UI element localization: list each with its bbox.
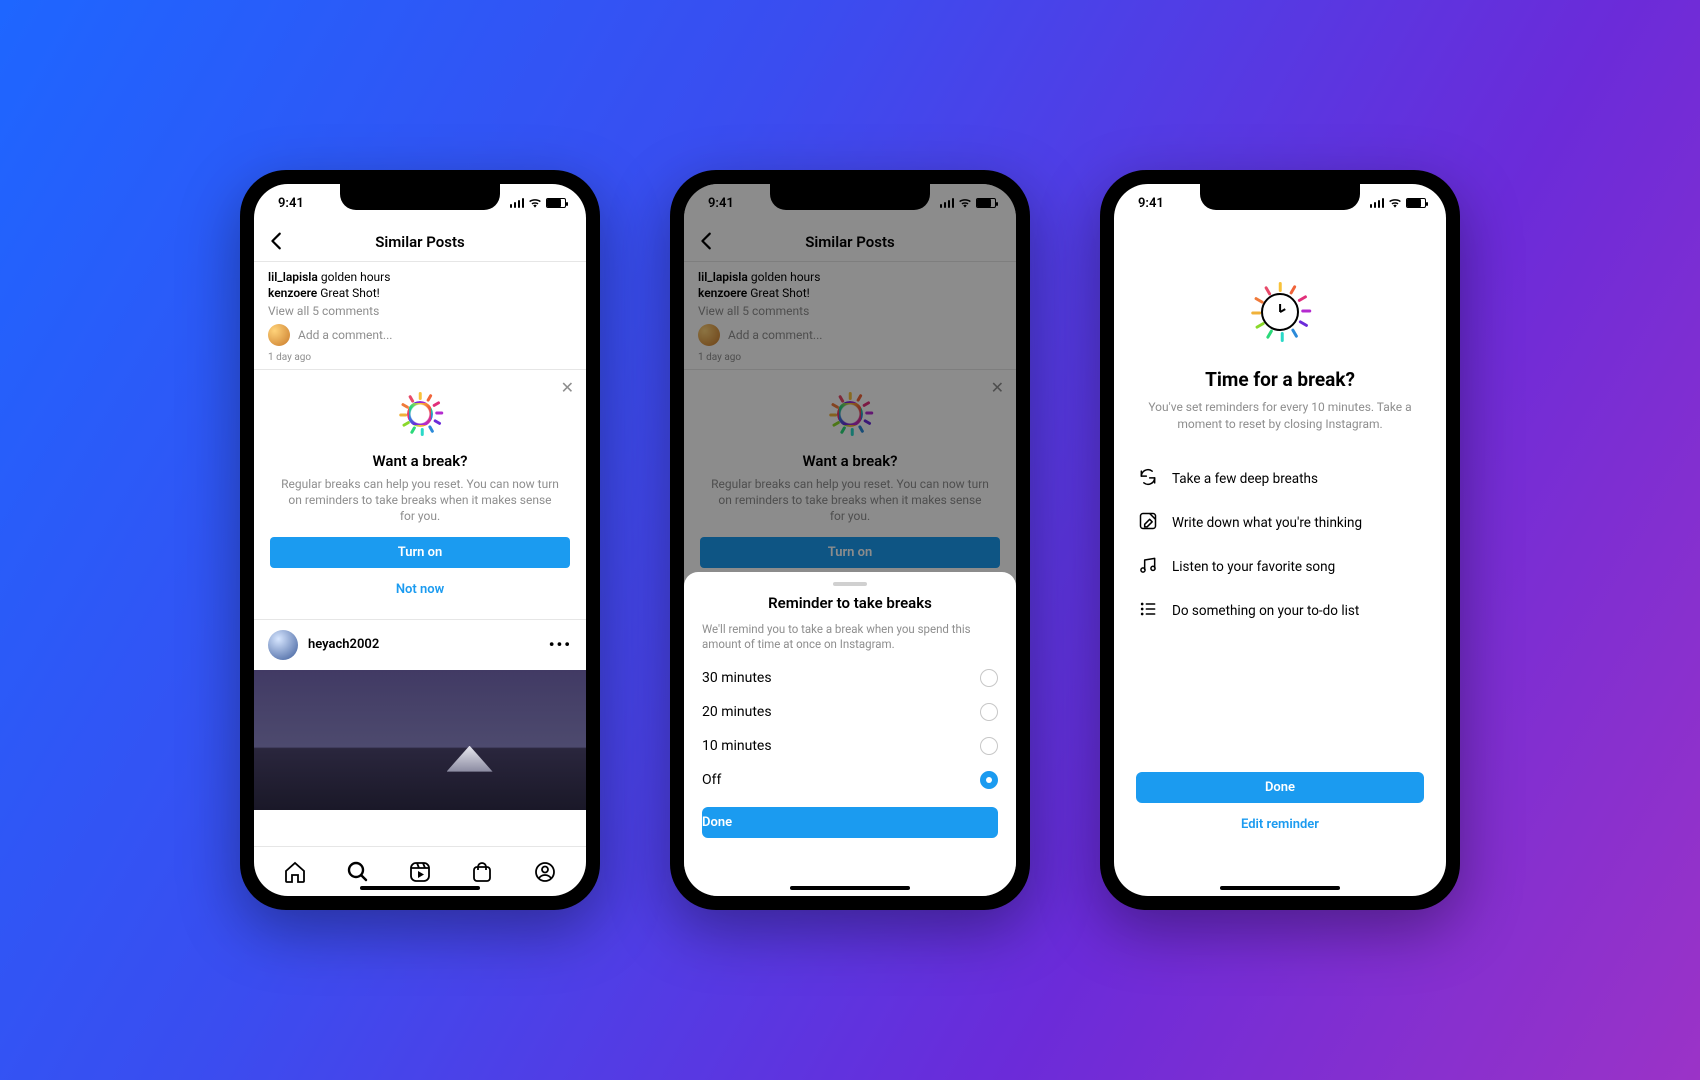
screen-1: 9:41 Similar Posts lil_lapisla golden ho…	[254, 184, 586, 896]
tip-text: Listen to your favorite song	[1172, 559, 1335, 575]
wifi-icon	[528, 198, 542, 208]
home-indicator	[360, 886, 480, 890]
back-icon[interactable]	[266, 230, 288, 252]
screen-2: 9:41 Similar Posts lil_lapisla golden ho…	[684, 184, 1016, 896]
reminder-option[interactable]: 10 minutes	[702, 729, 998, 763]
clock-icon	[1240, 272, 1320, 352]
status-icons	[1370, 198, 1427, 208]
option-label: 20 minutes	[702, 704, 772, 720]
turn-on-button[interactable]: Turn on	[270, 537, 570, 568]
signal-icon	[510, 198, 525, 208]
comments-block: lil_lapisla golden hours kenzoere Great …	[254, 262, 586, 369]
break-title: Time for a break?	[1136, 368, 1424, 391]
comment-text: Great Shot!	[320, 286, 380, 300]
add-comment-placeholder: Add a comment...	[298, 328, 392, 342]
status-time: 9:41	[1138, 196, 1164, 211]
feed-content: lil_lapisla golden hours kenzoere Great …	[254, 262, 586, 846]
avatar	[268, 630, 298, 660]
option-label: 30 minutes	[702, 670, 772, 686]
screen-3: 9:41 Time for a break? You've set remind…	[1114, 184, 1446, 896]
edit-reminder-button[interactable]: Edit reminder	[1136, 811, 1424, 838]
sheet-title: Reminder to take breaks	[702, 594, 998, 612]
reminder-option[interactable]: 30 minutes	[702, 661, 998, 695]
sheet-grabber[interactable]	[833, 582, 867, 586]
tip-text: Write down what you're thinking	[1172, 515, 1362, 531]
comment-user: kenzoere	[268, 286, 317, 300]
sheet-desc: We'll remind you to take a break when yo…	[702, 622, 998, 653]
done-button[interactable]: Done	[702, 807, 998, 838]
tip-item: Do something on your to-do list	[1136, 589, 1424, 633]
done-button[interactable]: Done	[1136, 772, 1424, 803]
list-icon	[1138, 599, 1158, 623]
tab-search[interactable]	[346, 860, 370, 884]
home-indicator	[790, 886, 910, 890]
battery-icon	[1406, 198, 1426, 208]
tip-text: Do something on your to-do list	[1172, 603, 1359, 619]
view-all-comments[interactable]: View all 5 comments	[268, 304, 572, 318]
add-comment[interactable]: Add a comment...	[268, 324, 572, 346]
comment-user: lil_lapisla	[268, 270, 318, 284]
notch	[340, 184, 500, 210]
card-title: Want a break?	[270, 452, 570, 470]
battery-icon	[546, 198, 566, 208]
option-label: 10 minutes	[702, 738, 772, 754]
comment-text: golden hours	[321, 270, 391, 284]
notch	[770, 184, 930, 210]
reminder-sheet: Reminder to take breaks We'll remind you…	[684, 572, 1016, 896]
post-timestamp: 1 day ago	[268, 352, 572, 363]
phone-frame-3: 9:41 Time for a break? You've set remind…	[1100, 170, 1460, 910]
option-label: Off	[702, 772, 721, 788]
post-username: heyach2002	[308, 637, 539, 652]
post-header[interactable]: heyach2002 •••	[254, 620, 586, 670]
radio-icon[interactable]	[980, 703, 998, 721]
not-now-button[interactable]: Not now	[270, 576, 570, 603]
post-image[interactable]	[254, 670, 586, 810]
tab-profile[interactable]	[533, 860, 557, 884]
tab-shop[interactable]	[470, 860, 494, 884]
more-icon[interactable]: •••	[549, 635, 572, 654]
status-time: 9:41	[278, 196, 304, 211]
reminder-option[interactable]: 20 minutes	[702, 695, 998, 729]
signal-icon	[1370, 198, 1385, 208]
clock-icon	[390, 384, 450, 444]
tab-reels[interactable]	[408, 860, 432, 884]
reminder-option[interactable]: Off	[702, 763, 998, 797]
notch	[1200, 184, 1360, 210]
tip-item: Listen to your favorite song	[1136, 545, 1424, 589]
break-subtitle: You've set reminders for every 10 minute…	[1136, 399, 1424, 433]
music-icon	[1138, 555, 1158, 579]
tip-text: Take a few deep breaths	[1172, 471, 1318, 487]
radio-icon[interactable]	[980, 669, 998, 687]
tips-list: Take a few deep breaths Write down what y…	[1136, 457, 1424, 633]
phone-frame-1: 9:41 Similar Posts lil_lapisla golden ho…	[240, 170, 600, 910]
tip-item: Take a few deep breaths	[1136, 457, 1424, 501]
nav-header: Similar Posts	[254, 222, 586, 262]
comment-row[interactable]: lil_lapisla golden hours	[268, 270, 572, 284]
break-card: ✕ Want a break? Regular breaks can help …	[254, 370, 586, 619]
edit-icon	[1138, 511, 1158, 535]
radio-icon[interactable]	[980, 771, 998, 789]
status-icons	[510, 198, 567, 208]
refresh-icon	[1138, 467, 1158, 491]
break-screen: Time for a break? You've set reminders f…	[1114, 222, 1446, 896]
radio-icon[interactable]	[980, 737, 998, 755]
avatar	[268, 324, 290, 346]
close-icon[interactable]: ✕	[561, 378, 574, 397]
home-indicator	[1220, 886, 1340, 890]
tab-home[interactable]	[283, 860, 307, 884]
break-actions: Done Edit reminder	[1136, 760, 1424, 896]
comment-row[interactable]: kenzoere Great Shot!	[268, 286, 572, 300]
tip-item: Write down what you're thinking	[1136, 501, 1424, 545]
phone-frame-2: 9:41 Similar Posts lil_lapisla golden ho…	[670, 170, 1030, 910]
card-desc: Regular breaks can help you reset. You c…	[270, 476, 570, 525]
wifi-icon	[1388, 198, 1402, 208]
page-title: Similar Posts	[375, 233, 465, 251]
